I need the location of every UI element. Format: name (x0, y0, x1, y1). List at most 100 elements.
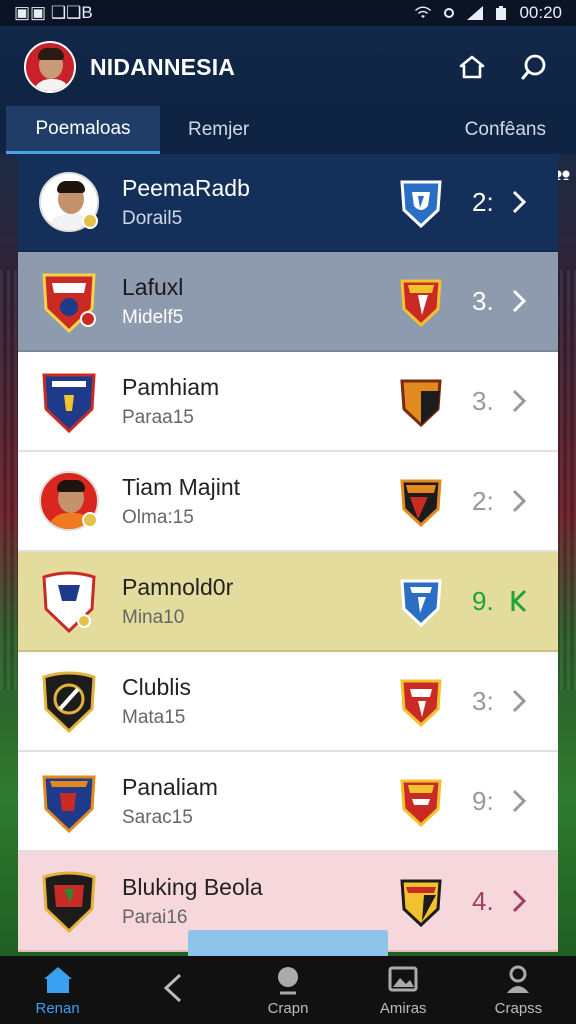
team-info: PeemaRadb Dorail5 (122, 175, 398, 230)
nav-crapss-label: Crapss (494, 999, 543, 1017)
opponent-crest-icon (400, 579, 442, 627)
back-icon (163, 973, 181, 1003)
tab-bar: Poemaloas Remjer Confêans (0, 106, 576, 154)
nav-home[interactable]: Renan (0, 956, 115, 1024)
signal-icon (467, 6, 484, 20)
team-crest (38, 870, 100, 933)
nav-back[interactable] (115, 956, 230, 1024)
chevron-right-icon[interactable] (506, 487, 532, 515)
nav-amiras-label: Amiras (379, 999, 427, 1017)
avatar-hair (38, 48, 64, 60)
team-name: Pamhiam (122, 373, 220, 400)
status-left-icons: ▣▣ ❑❑B (14, 3, 93, 22)
club-badge-icon (82, 512, 98, 528)
photo-icon (388, 966, 418, 991)
list-item[interactable]: Pamnold0r Mina10 9. (18, 552, 558, 652)
search-button[interactable] (516, 49, 552, 85)
opponent-crest-icon (400, 279, 442, 327)
home-icon (43, 966, 72, 993)
list-item[interactable]: PeemaRadb Dorail5 2: (18, 154, 558, 252)
team-info: Bluking Beola Parai16 (122, 874, 398, 929)
score: 3: (472, 685, 494, 716)
chevron-right-icon[interactable] (506, 287, 532, 315)
bottom-navigation: Renan Crapn Amiras Crapss (0, 956, 576, 1024)
nav-crapss[interactable]: Crapss (461, 956, 576, 1024)
avatar-shirt (32, 79, 72, 91)
list-item[interactable]: Tiam Majint Olma:15 2: (18, 452, 558, 552)
tab-remjer[interactable]: Remjer (188, 106, 249, 154)
settings-icon (444, 8, 455, 18)
navy-red-crest-icon (42, 775, 96, 833)
red-shield-crest-icon (42, 273, 96, 333)
team-crest (38, 770, 100, 833)
team-subtitle: Mata15 (122, 706, 186, 728)
nav-amiras[interactable]: Amiras (346, 956, 461, 1024)
team-name: Lafuxl (122, 273, 184, 300)
tab-poemaloas[interactable]: Poemaloas (6, 106, 160, 154)
team-subtitle: Parai16 (122, 906, 188, 928)
ball-icon (278, 966, 298, 994)
blue-shield-crest-icon (42, 373, 96, 433)
list-item[interactable]: Pamhiam Paraa15 3. (18, 352, 558, 452)
team-info: Tiam Majint Olma:15 (122, 474, 398, 529)
search-icon (521, 54, 546, 80)
team-name: Bluking Beola (122, 873, 263, 900)
list-item[interactable]: Panaliam Sarac15 9: (18, 752, 558, 852)
team-subtitle: Midelf5 (122, 306, 184, 328)
team-subtitle: Sarac15 (122, 806, 193, 828)
score: 2: (472, 485, 494, 516)
status-time: 00:20 (519, 3, 562, 22)
black-red-crest-icon (42, 871, 96, 933)
team-crest (38, 570, 100, 633)
nav-crapn-label: Crapn (267, 999, 309, 1017)
nav-crapn[interactable]: Crapn (230, 956, 345, 1024)
team-subtitle: Paraa15 (122, 406, 194, 428)
score: 4. (472, 885, 494, 916)
team-crest (38, 470, 100, 532)
opponent-crest-icon (400, 180, 442, 228)
white-shield-crest-icon (42, 571, 96, 633)
chevron-right-icon[interactable] (506, 587, 532, 615)
team-name: Tiam Majint (122, 473, 240, 500)
team-name: Clublis (122, 673, 192, 700)
team-name: Panaliam (122, 773, 218, 800)
battery-icon (496, 6, 507, 20)
score: 9: (472, 785, 494, 816)
team-subtitle: Dorail5 (122, 207, 183, 229)
team-info: Clublis Mata15 (122, 674, 398, 729)
chevron-right-icon[interactable] (506, 787, 532, 815)
team-subtitle: Olma:15 (122, 506, 194, 528)
club-badge-icon (82, 213, 98, 229)
app-header: NIDANNESIA (0, 26, 576, 108)
score: 3. (472, 285, 494, 316)
avatar[interactable] (24, 41, 76, 93)
team-info: Panaliam Sarac15 (122, 774, 398, 829)
status-bar: ▣▣ ❑❑B 00:20 (0, 0, 576, 26)
team-crest (38, 370, 100, 433)
list-item[interactable]: Lafuxl Midelf5 3. (18, 252, 558, 352)
team-crest (38, 670, 100, 733)
black-gold-crest-icon (42, 671, 96, 733)
chevron-right-icon[interactable] (506, 887, 532, 915)
team-crest (38, 270, 100, 333)
nav-home-label: Renan (35, 999, 80, 1017)
opponent-crest-icon (400, 679, 442, 727)
home-button[interactable] (454, 49, 490, 85)
opponent-crest-icon (400, 779, 442, 827)
team-info: Lafuxl Midelf5 (122, 274, 398, 329)
chevron-right-icon[interactable] (506, 387, 532, 415)
team-name: Pamnold0r (122, 573, 234, 600)
score: 9. (472, 585, 494, 616)
chevron-right-icon[interactable] (506, 687, 532, 715)
page-title: NIDANNESIA (90, 53, 236, 80)
house-icon (459, 55, 485, 79)
wifi-icon (415, 6, 432, 18)
score: 2: (472, 186, 494, 217)
score: 3. (472, 385, 494, 416)
bottom-sheet-handle[interactable] (188, 930, 388, 956)
team-subtitle: Mina10 (122, 606, 185, 628)
chevron-right-icon[interactable] (506, 188, 532, 216)
list-item[interactable]: Clublis Mata15 3: (18, 652, 558, 752)
tab-confeans[interactable]: Confêans (465, 106, 546, 154)
opponent-crest-icon (400, 379, 442, 427)
